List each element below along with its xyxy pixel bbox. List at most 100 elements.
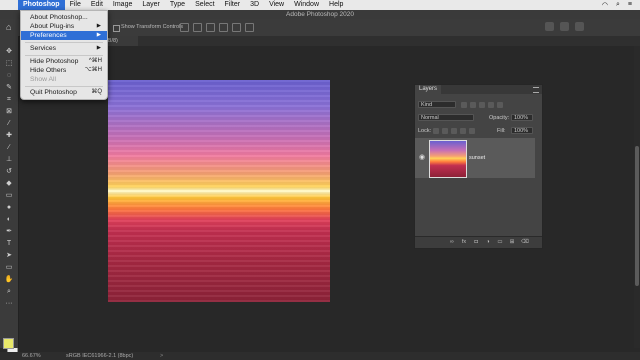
healing-tool-icon[interactable]: ✚: [4, 132, 14, 140]
blend-mode-select[interactable]: Normal: [418, 114, 474, 121]
foreground-color-swatch[interactable]: [3, 338, 14, 349]
shortcut-label: ⌥⌘H: [84, 67, 102, 73]
align-bottom-icon[interactable]: [245, 23, 254, 32]
menu-window[interactable]: Window: [289, 0, 324, 10]
menu-image[interactable]: Image: [108, 0, 137, 10]
menu-item-quit-photoshop[interactable]: Quit Photoshop ⌘Q: [21, 88, 107, 97]
panel-menu-icon[interactable]: [533, 87, 539, 93]
control-center-icon[interactable]: ≡: [628, 1, 632, 9]
menu-file[interactable]: File: [65, 0, 86, 10]
add-mask-icon[interactable]: ◘: [473, 239, 479, 245]
menu-layer[interactable]: Layer: [137, 0, 165, 10]
stamp-tool-icon[interactable]: ⊥: [4, 156, 14, 164]
menu-item-about-plugins[interactable]: About Plug-ins ▶: [21, 22, 107, 31]
search-icon[interactable]: [545, 22, 554, 31]
filter-shape-icon[interactable]: [488, 102, 494, 108]
layer-name[interactable]: sunset: [469, 155, 485, 161]
menu-item-about-photoshop[interactable]: About Photoshop...: [21, 13, 107, 22]
color-profile: sRGB IEC61966-2.1 (8bpc): [66, 353, 134, 359]
blur-tool-icon[interactable]: ●: [4, 204, 14, 212]
marquee-tool-icon[interactable]: ⬚: [4, 60, 14, 68]
menu-item-hide-photoshop[interactable]: Hide Photoshop ^⌘H: [21, 57, 107, 66]
more-tools-icon[interactable]: ···: [4, 300, 14, 308]
brush-tool-icon[interactable]: ∕: [4, 144, 14, 152]
hand-tool-icon[interactable]: ✋: [4, 276, 14, 284]
crop-tool-icon[interactable]: ⌗: [4, 96, 14, 104]
layer-filter-row: Kind: [415, 100, 542, 110]
filter-kind-select[interactable]: Kind: [418, 101, 456, 108]
lock-image-icon[interactable]: [442, 128, 448, 134]
share-icon[interactable]: [575, 22, 584, 31]
eyedropper-tool-icon[interactable]: ⁄: [4, 120, 14, 128]
wifi-icon[interactable]: ◠: [602, 1, 608, 9]
scrollbar-thumb[interactable]: [635, 146, 639, 286]
menu-view[interactable]: View: [264, 0, 289, 10]
menu-item-label: Show All: [30, 76, 57, 83]
align-center-icon[interactable]: [193, 23, 202, 32]
workspace-icon[interactable]: [560, 22, 569, 31]
lock-position-icon[interactable]: [451, 128, 457, 134]
fill-field[interactable]: 100%: [511, 127, 533, 134]
zoom-level[interactable]: 66.67%: [22, 352, 41, 360]
dodge-tool-icon[interactable]: ◐: [4, 216, 14, 224]
align-middle-icon[interactable]: [232, 23, 241, 32]
sunset-image-canvas[interactable]: [108, 80, 330, 302]
menu-filter[interactable]: Filter: [220, 0, 246, 10]
new-layer-icon[interactable]: ⊞: [509, 239, 515, 245]
filter-smart-object-icon[interactable]: [497, 102, 503, 108]
lock-artboard-icon[interactable]: [460, 128, 466, 134]
show-transform-checkbox[interactable]: [113, 25, 120, 32]
lock-all-icon[interactable]: [469, 128, 475, 134]
filter-adjustment-icon[interactable]: [470, 102, 476, 108]
eraser-tool-icon[interactable]: ◆: [4, 180, 14, 188]
menu-select[interactable]: Select: [190, 0, 219, 10]
menu-item-label: About Plug-ins: [30, 23, 75, 30]
layer-row[interactable]: ◉ sunset: [415, 138, 535, 178]
layer-style-icon[interactable]: fx: [461, 239, 467, 245]
menu-help[interactable]: Help: [324, 0, 348, 10]
path-select-tool-icon[interactable]: ➤: [4, 252, 14, 260]
opacity-field[interactable]: 100%: [511, 114, 533, 121]
lock-pixels-icon[interactable]: [433, 128, 439, 134]
link-layers-icon[interactable]: ∞: [449, 239, 455, 245]
search-icon[interactable]: ⌕: [616, 1, 620, 9]
home-icon[interactable]: ⌂: [6, 22, 16, 32]
zoom-tool-icon[interactable]: ⌕: [4, 288, 14, 296]
menu-separator: [25, 55, 103, 56]
footer-icons: ∞ fx ◘ ◑ ▭ ⊞ ⌫: [449, 239, 529, 245]
filter-type-icon[interactable]: [479, 102, 485, 108]
type-tool-icon[interactable]: T: [4, 240, 14, 248]
frame-tool-icon[interactable]: ⊠: [4, 108, 14, 116]
move-tool-icon[interactable]: ✥: [4, 48, 14, 56]
vertical-scrollbar[interactable]: [634, 46, 640, 348]
blend-row: Normal Opacity: 100%: [415, 113, 542, 123]
delete-layer-icon[interactable]: ⌫: [521, 239, 529, 245]
align-top-icon[interactable]: [219, 23, 228, 32]
menu-photoshop[interactable]: Photoshop: [18, 0, 65, 10]
photoshop-menu: About Photoshop... About Plug-ins ▶ Pref…: [20, 10, 108, 100]
pen-tool-icon[interactable]: ✒: [4, 228, 14, 236]
shape-tool-icon[interactable]: ▭: [4, 264, 14, 272]
quick-select-tool-icon[interactable]: ✎: [4, 84, 14, 92]
menu-item-services[interactable]: Services ▶: [21, 44, 107, 53]
align-left-icon[interactable]: [180, 23, 189, 32]
menu-item-hide-others[interactable]: Hide Others ⌥⌘H: [21, 66, 107, 75]
filter-pixel-icon[interactable]: [461, 102, 467, 108]
align-right-icon[interactable]: [206, 23, 215, 32]
lasso-tool-icon[interactable]: ◌: [4, 72, 14, 80]
status-bar: 66.67% sRGB IEC61966-2.1 (8bpc) >: [0, 352, 640, 360]
new-group-icon[interactable]: ▭: [497, 239, 503, 245]
menu-edit[interactable]: Edit: [86, 0, 108, 10]
menu-type[interactable]: Type: [165, 0, 190, 10]
history-brush-tool-icon[interactable]: ↺: [4, 168, 14, 176]
menu-item-show-all: Show All: [21, 75, 107, 84]
layers-tab[interactable]: Layers: [415, 85, 442, 94]
menu-3d[interactable]: 3D: [245, 0, 264, 10]
status-arrow-icon[interactable]: >: [160, 352, 163, 360]
layer-thumbnail: [429, 140, 467, 178]
menu-item-preferences[interactable]: Preferences ▶: [21, 31, 107, 40]
visibility-eye-icon[interactable]: ◉: [419, 153, 425, 161]
gradient-tool-icon[interactable]: ▭: [4, 192, 14, 200]
adjustment-layer-icon[interactable]: ◑: [485, 239, 491, 245]
submenu-arrow-icon: ▶: [96, 23, 101, 29]
